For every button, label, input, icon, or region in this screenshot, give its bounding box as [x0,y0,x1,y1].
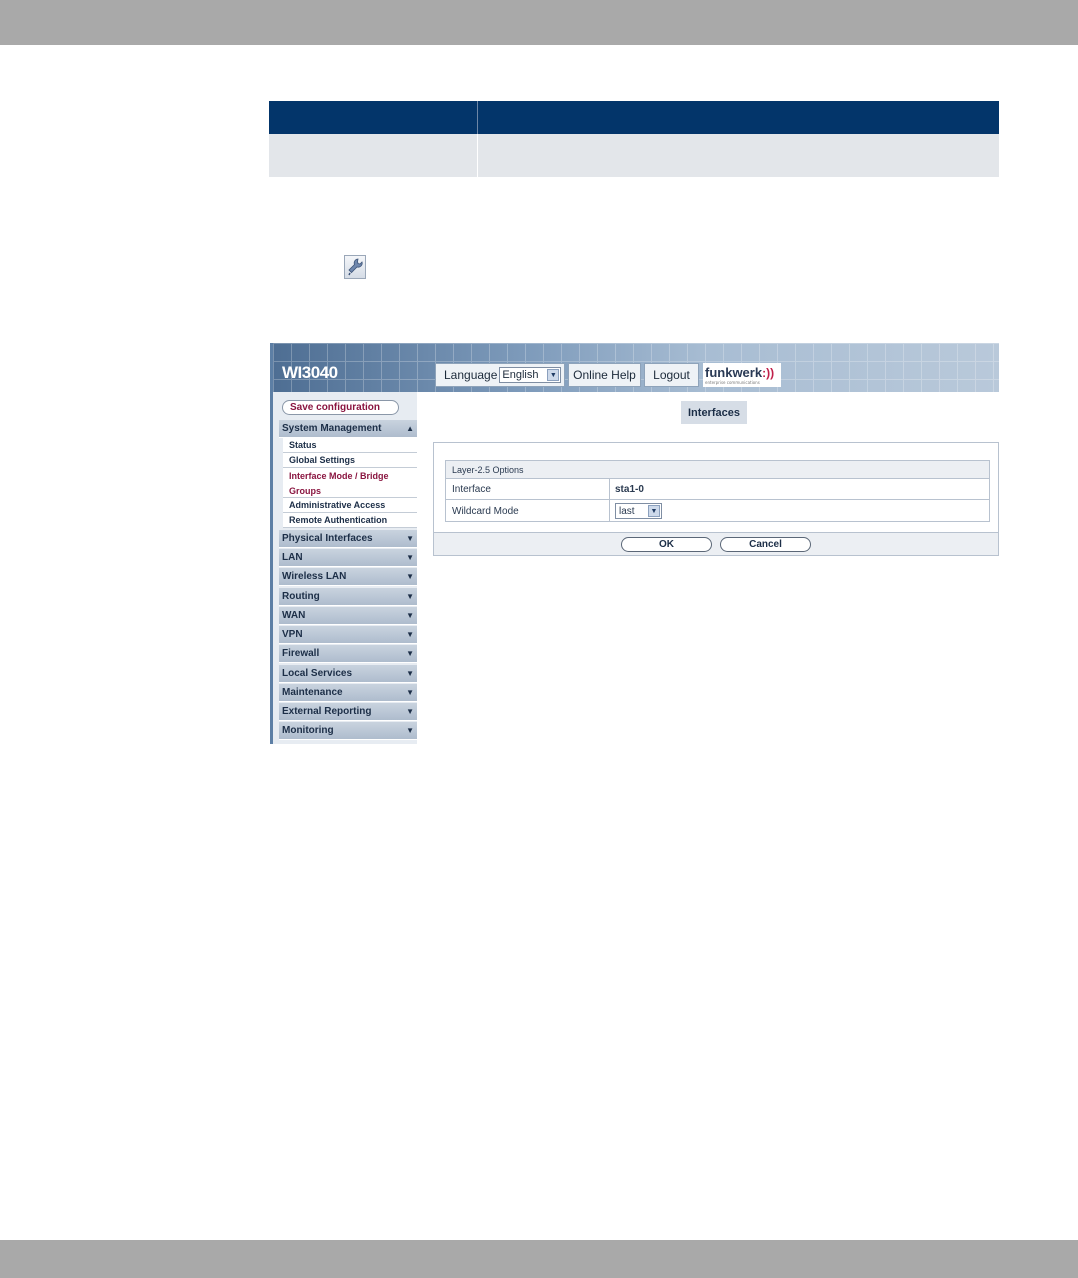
page-bottom-bar [0,1240,1078,1278]
wildcard-mode-cell: last ▼ [610,500,989,522]
ok-button[interactable]: OK [621,537,712,552]
interface-label: Interface [446,479,610,499]
chevron-down-icon: ▼ [648,505,660,517]
sidebar-item-label: System Management [282,423,382,434]
online-help-button[interactable]: Online Help [568,363,641,387]
wildcard-mode-row: Wildcard Mode last ▼ [446,500,989,522]
sidebar-item-physical-interfaces[interactable]: Physical Interfaces ▼ [279,530,417,548]
cancel-button[interactable]: Cancel [720,537,811,552]
brand-name: funkwerk:)) [705,366,781,380]
sidebar-item-label: Routing [282,591,320,602]
brand-name-text: funkwerk [705,364,763,380]
sidebar-item-label: Monitoring [282,725,334,736]
sidebar-item-firewall[interactable]: Firewall ▼ [279,645,417,663]
save-configuration-button[interactable]: Save configuration [282,400,399,415]
interface-form: Layer-2.5 Options Interface sta1-0 Wildc… [433,442,999,556]
wildcard-mode-value: last [619,505,635,517]
brand-waves: :)) [762,365,775,380]
device-name: WI3040 [282,363,338,382]
sidebar-item-maintenance[interactable]: Maintenance ▼ [279,684,417,702]
sidebar-item-wan[interactable]: WAN ▼ [279,607,417,625]
chevron-down-icon: ▼ [406,726,414,735]
sidebar-item-system-management[interactable]: System Management ▲ [279,420,417,438]
chevron-down-icon: ▼ [406,649,414,658]
chevron-down-icon: ▼ [406,592,414,601]
sidebar-item-label: Physical Interfaces [282,533,373,544]
chevron-down-icon: ▼ [547,369,560,381]
sidebar-item-external-reporting[interactable]: External Reporting ▼ [279,703,417,721]
online-help-label: Online Help [573,368,636,382]
sidebar: Save configuration System Management ▲ S… [273,392,417,744]
funkwerk-logo: funkwerk:)) enterprise communications [703,363,781,387]
doc-table-cell [478,134,999,177]
chevron-down-icon: ▼ [406,630,414,639]
fieldset-legend: Layer-2.5 Options [446,461,989,479]
sidebar-item-monitoring[interactable]: Monitoring ▼ [279,722,417,740]
doc-table-header-cell [478,101,999,134]
router-ui-screenshot: WI3040 Language English ▼ Online Help Lo… [270,343,999,744]
doc-table-cell [269,134,478,177]
interface-value: sta1-0 [615,483,644,495]
doc-table-row [269,134,999,177]
sidebar-item-label: Wireless LAN [282,571,347,582]
document-page: WI3040 Language English ▼ Online Help Lo… [0,0,1078,1278]
doc-table [269,101,999,177]
wildcard-mode-select[interactable]: last ▼ [615,503,662,519]
sidebar-sub-remote-authentication[interactable]: Remote Authentication [283,513,417,528]
sidebar-item-label: Local Services [282,668,353,679]
chevron-down-icon: ▼ [406,553,414,562]
wrench-icon [344,255,366,279]
doc-table-header [269,101,999,134]
language-label: Language [444,368,498,382]
sidebar-item-label: Maintenance [282,687,343,698]
chevron-down-icon: ▼ [406,707,414,716]
form-footer: OK Cancel [434,532,998,555]
tab-interfaces[interactable]: Interfaces [681,401,747,424]
page-top-bar [0,0,1078,45]
wildcard-mode-label: Wildcard Mode [446,500,610,522]
logout-button[interactable]: Logout [644,363,699,387]
chevron-down-icon: ▼ [406,572,414,581]
sidebar-item-wireless-lan[interactable]: Wireless LAN ▼ [279,568,417,586]
chevron-down-icon: ▼ [406,669,414,678]
language-selector: Language English ▼ [435,363,565,387]
doc-table-header-cell [269,101,478,134]
chevron-down-icon: ▼ [406,534,414,543]
language-value: English [502,369,539,381]
sidebar-sub-global-settings[interactable]: Global Settings [283,453,417,468]
sidebar-item-label: External Reporting [282,706,372,717]
sidebar-item-local-services[interactable]: Local Services ▼ [279,665,417,683]
sidebar-item-label: VPN [282,629,303,640]
sidebar-item-lan[interactable]: LAN ▼ [279,549,417,567]
sidebar-item-label: LAN [282,552,303,563]
interface-row: Interface sta1-0 [446,479,989,500]
sidebar-sub-status[interactable]: Status [283,438,417,453]
language-select[interactable]: English ▼ [499,367,562,383]
chevron-up-icon: ▲ [406,424,414,433]
sidebar-sub-interface-mode[interactable]: Interface Mode / Bridge Groups [283,468,417,498]
sidebar-item-label: Firewall [282,648,320,659]
chevron-down-icon: ▼ [406,611,414,620]
sidebar-item-routing[interactable]: Routing ▼ [279,588,417,606]
sidebar-sub-administrative-access[interactable]: Administrative Access [283,498,417,513]
sidebar-item-vpn[interactable]: VPN ▼ [279,626,417,644]
brand-tagline: enterprise communications [705,379,760,385]
chevron-down-icon: ▼ [406,688,414,697]
logout-label: Logout [653,368,690,382]
ui-header: WI3040 Language English ▼ Online Help Lo… [273,343,999,392]
sidebar-item-label: WAN [282,610,306,621]
layer-options-fieldset: Layer-2.5 Options Interface sta1-0 Wildc… [445,460,990,522]
